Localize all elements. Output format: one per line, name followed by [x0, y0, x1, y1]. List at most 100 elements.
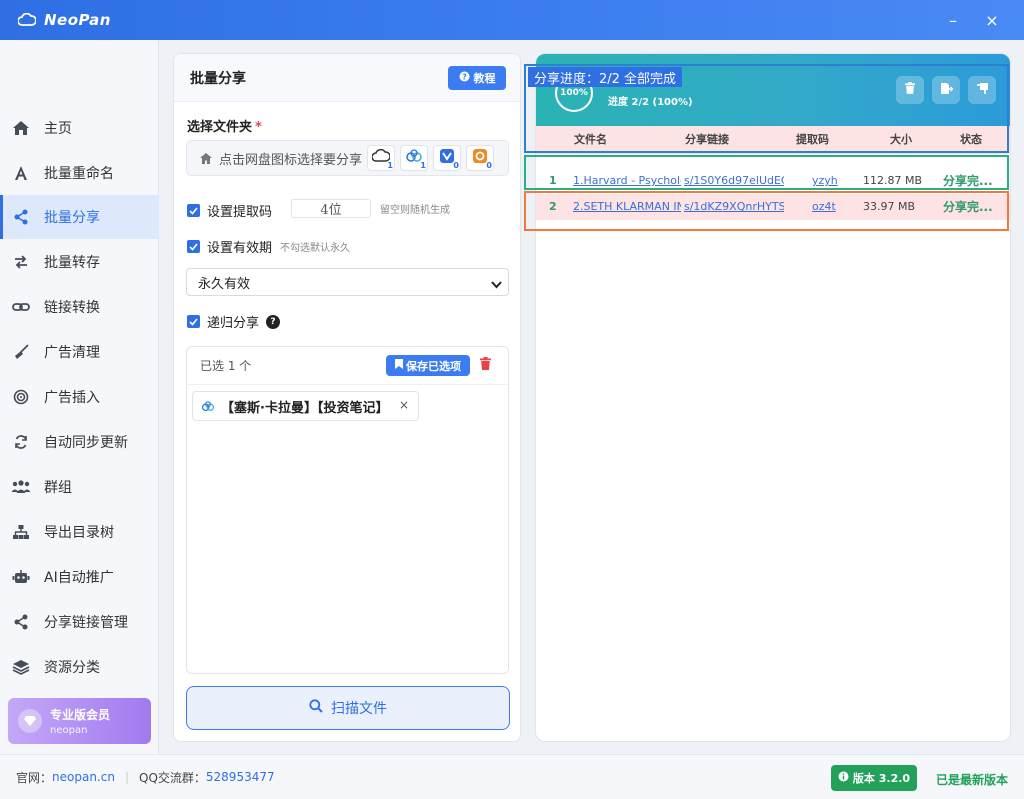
- pan-icons: 1 1 0 0: [367, 145, 494, 171]
- sidebar-item-label: 主页: [44, 121, 72, 137]
- search-icon: [309, 699, 323, 717]
- progress-title: 分享进度：2/2 全部完成: [528, 67, 683, 87]
- file-export-icon: [940, 82, 953, 99]
- sidebar-item-label: 自动同步更新: [44, 435, 128, 451]
- home-icon: [199, 152, 213, 165]
- sidebar-item-label: 广告插入: [44, 390, 100, 406]
- app-title: NeoPan: [44, 11, 111, 29]
- layers-icon: [10, 656, 32, 678]
- sidebar-item-label: 资源分类: [44, 660, 100, 676]
- sidebar-item-categories[interactable]: 资源分类: [0, 645, 159, 689]
- site-link[interactable]: neopan.cn: [52, 770, 115, 784]
- cloud-pan-button[interactable]: 1: [367, 145, 395, 171]
- sidebar-item-label: 批量分享: [44, 210, 100, 226]
- recursive-label: 递归分享: [207, 316, 260, 331]
- expiry-selected: 永久有效: [198, 276, 251, 292]
- sidebar-item-label: 广告清理: [44, 345, 100, 361]
- baidu-pan-button[interactable]: 1: [400, 145, 428, 171]
- row-status: 分享完...: [943, 200, 993, 214]
- minimize-button[interactable]: –: [941, 8, 965, 32]
- scan-files-button[interactable]: 扫描文件: [186, 686, 510, 730]
- pro-title: 专业版会员: [50, 708, 111, 722]
- save-selected-button[interactable]: 保存已选项: [386, 355, 470, 376]
- footer-divider: |: [124, 770, 129, 784]
- sidebar-item-home[interactable]: 主页: [0, 106, 159, 150]
- sidebar: 主页 批量重命名 批量分享 批量转存 链接转换 广告清理 广告插入 自动同步更新…: [0, 40, 159, 754]
- expiry-select[interactable]: 永久有效: [186, 268, 509, 296]
- title-bar: NeoPan – ×: [0, 0, 1024, 40]
- ali-pan-button[interactable]: 0: [433, 145, 461, 171]
- version-badge[interactable]: 版本 3.2.0: [831, 765, 917, 791]
- sidebar-item-batch-share[interactable]: 批量分享: [0, 195, 159, 239]
- qq-number[interactable]: 528953477: [206, 770, 275, 784]
- set-code-checkbox[interactable]: [187, 204, 200, 217]
- home-icon: [10, 117, 32, 139]
- progress-header: 100% 进度 2/2 (100%): [536, 54, 1010, 126]
- pro-member-card[interactable]: 专业版会员 neopan: [8, 698, 151, 744]
- trash-icon: [905, 82, 915, 98]
- col-status: 状态: [960, 133, 982, 146]
- sidebar-item-label: 链接转换: [44, 300, 100, 316]
- copy-button[interactable]: [968, 76, 996, 104]
- quark-pan-button[interactable]: 0: [466, 145, 494, 171]
- users-icon: [10, 476, 32, 498]
- broom-icon: [10, 341, 32, 363]
- sidebar-item-ad-insert[interactable]: 广告插入: [0, 375, 159, 419]
- recursive-checkbox[interactable]: [187, 315, 200, 328]
- info-circle-icon: [838, 771, 849, 785]
- set-expiry-checkbox[interactable]: [187, 240, 200, 253]
- code-hint: 留空则随机生成: [380, 205, 450, 216]
- sidebar-item-share-manage[interactable]: 分享链接管理: [0, 600, 159, 644]
- clear-button[interactable]: [896, 76, 924, 104]
- close-button[interactable]: ×: [980, 8, 1004, 32]
- sitemap-icon: [10, 521, 32, 543]
- question-circle-icon: ?: [459, 71, 470, 85]
- sidebar-item-ai-promo[interactable]: AI自动推广: [0, 555, 159, 599]
- font-icon: [10, 162, 32, 184]
- sidebar-item-rename[interactable]: 批量重命名: [0, 151, 159, 195]
- batch-share-panel: 批量分享 ? 教程 选择文件夹 * 点击网盘图标选择要分享 1 1 0 0 设置提…: [173, 53, 521, 742]
- scan-label: 扫描文件: [331, 701, 387, 717]
- sidebar-item-label: 导出目录树: [44, 525, 114, 541]
- table-header: 文件名 分享链接 提取码 大小 状态: [536, 126, 1010, 154]
- col-filename: 文件名: [574, 133, 607, 146]
- sidebar-item-transfer[interactable]: 批量转存: [0, 240, 159, 284]
- transfer-icon: [10, 251, 32, 273]
- save-label: 保存已选项: [406, 359, 461, 373]
- sidebar-item-groups[interactable]: 群组: [0, 465, 159, 509]
- row-link[interactable]: s/1dKZ9XQnrHYTSc: [684, 194, 784, 220]
- remove-chip-icon[interactable]: ×: [399, 398, 409, 412]
- row-link[interactable]: s/1S0Y6d97elUdEQjt: [684, 168, 784, 194]
- code-length-input[interactable]: [291, 199, 371, 218]
- expiry-hint: 不勾选默认永久: [280, 243, 351, 254]
- row-code[interactable]: oz4t: [812, 194, 836, 220]
- sidebar-item-label: AI自动推广: [44, 570, 114, 586]
- sidebar-item-link-convert[interactable]: 链接转换: [0, 285, 159, 329]
- link-icon: [10, 296, 32, 318]
- tutorial-button[interactable]: ? 教程: [448, 66, 506, 90]
- table-row: 1 1.Harvard - Psycholc s/1S0Y6d97elUdEQj…: [536, 168, 1010, 194]
- baidu-cloud-icon: [201, 400, 215, 412]
- row-code[interactable]: yzyh: [812, 168, 838, 194]
- sidebar-item-ad-clean[interactable]: 广告清理: [0, 330, 159, 374]
- row-size: 33.97 MB: [863, 200, 916, 213]
- progress-detail: 进度 2/2 (100%): [608, 97, 693, 108]
- row-filename[interactable]: 2.SETH KLARMAN IN: [573, 194, 681, 220]
- sidebar-item-auto-sync[interactable]: 自动同步更新: [0, 420, 159, 464]
- table-row: 2 2.SETH KLARMAN IN s/1dKZ9XQnrHYTSc oz4…: [536, 194, 1010, 220]
- robot-icon: [10, 566, 32, 588]
- export-button[interactable]: [932, 76, 960, 104]
- selected-item-name: 【塞斯·卡拉曼】【投资笔记】: [221, 400, 389, 416]
- row-index: 2: [549, 200, 557, 213]
- trash-icon[interactable]: [480, 357, 491, 374]
- set-expiry-label: 设置有效期: [207, 241, 273, 256]
- sidebar-item-export-tree[interactable]: 导出目录树: [0, 510, 159, 554]
- required-mark: *: [255, 120, 262, 135]
- help-icon[interactable]: ?: [266, 314, 281, 329]
- col-link: 分享链接: [685, 133, 729, 146]
- sync-icon: [10, 431, 32, 453]
- folder-label: 选择文件夹 *: [187, 120, 262, 135]
- row-filename[interactable]: 1.Harvard - Psycholc: [573, 168, 681, 194]
- progress-panel: 100% 进度 2/2 (100%) 文件名 分享链接 提取码 大小 状态 1 …: [535, 53, 1011, 742]
- pro-subtitle: neopan: [50, 725, 88, 736]
